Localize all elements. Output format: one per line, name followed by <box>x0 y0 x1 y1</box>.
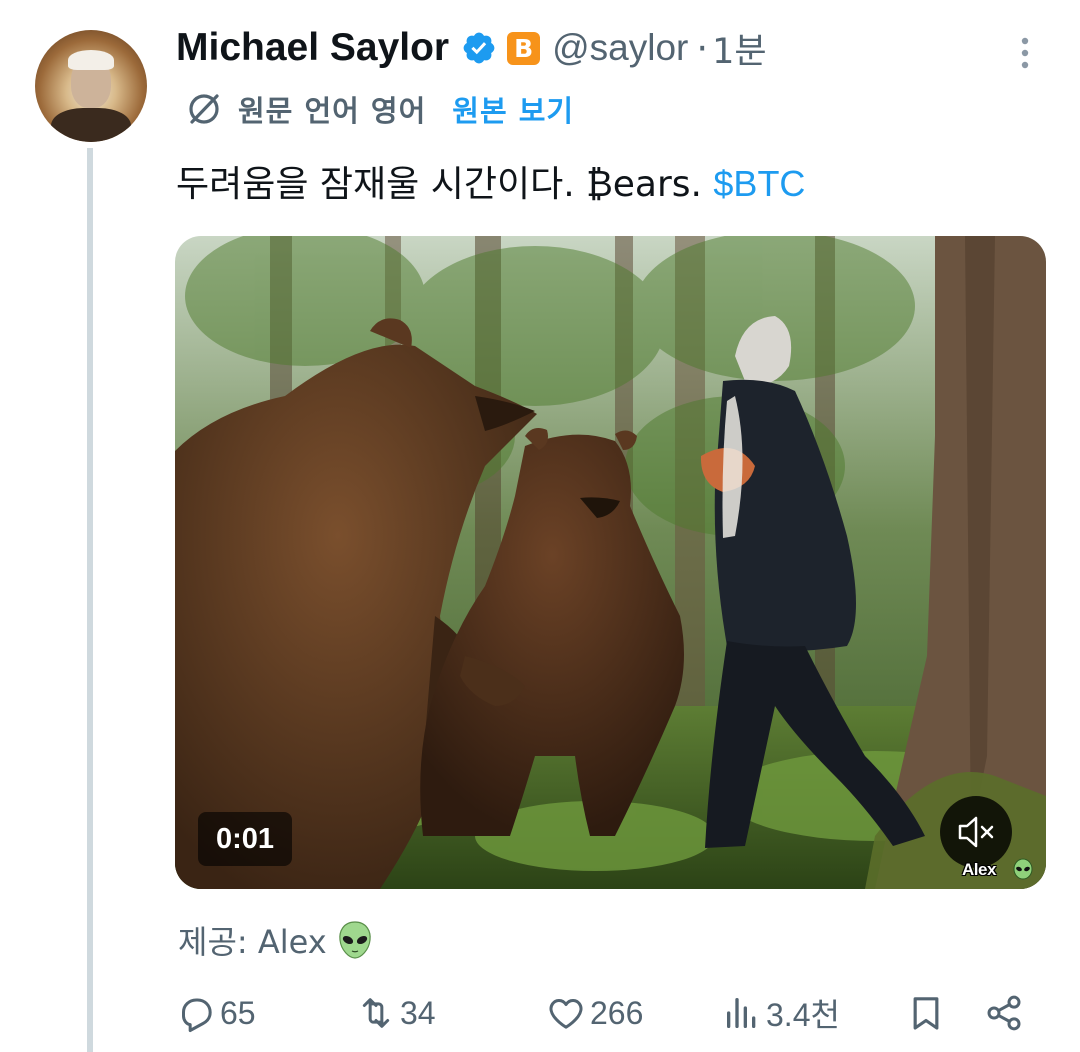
repost-button[interactable]: 34 <box>356 988 436 1038</box>
video-frame <box>175 236 1046 889</box>
view-count: 3.4천 <box>766 997 840 1033</box>
separator-dot: · <box>696 26 709 70</box>
author-handle[interactable]: @saylor <box>552 27 688 69</box>
thread-line <box>87 148 93 1052</box>
views-button[interactable]: 3.4천 <box>722 988 840 1038</box>
bitcoin-badge-icon: B <box>507 31 541 65</box>
repost-count: 34 <box>400 994 436 1031</box>
cashtag-link[interactable]: $BTC <box>713 163 805 204</box>
action-bar: 65 34 266 3.4천 <box>176 988 1036 1038</box>
tweet-time[interactable]: 1분 <box>712 23 766 74</box>
avatar[interactable] <box>35 30 147 142</box>
tweet-text-body: 두려움을 잠재울 시간이다. ₿ears. <box>176 164 714 205</box>
more-vertical-icon[interactable] <box>1010 36 1040 70</box>
media-credit: 제공: Alex <box>178 916 373 964</box>
author-name[interactable]: Michael Saylor <box>176 26 449 70</box>
translation-label: 원문 언어 영어 <box>238 94 427 128</box>
credit-text[interactable]: 제공: Alex <box>178 917 327 963</box>
like-count: 266 <box>590 994 644 1031</box>
alien-icon <box>338 921 371 959</box>
reply-button[interactable]: 65 <box>176 988 256 1038</box>
reply-count: 65 <box>220 994 256 1031</box>
like-icon <box>549 998 583 1029</box>
translation-bar: 원문 언어 영어 원본 보기 <box>184 88 574 130</box>
mute-icon[interactable] <box>940 796 1012 868</box>
show-original-link[interactable]: 원본 보기 <box>452 88 574 130</box>
share-icon <box>987 995 1021 1031</box>
share-button[interactable] <box>984 988 1024 1038</box>
translate-icon <box>189 94 219 124</box>
bookmark-button[interactable] <box>906 988 946 1038</box>
verified-badge-icon[interactable] <box>461 30 497 66</box>
repost-icon <box>362 998 390 1028</box>
video-player[interactable] <box>175 236 1046 889</box>
views-icon <box>727 998 756 1028</box>
video-timer: 0:01 <box>198 812 292 866</box>
like-button[interactable]: 266 <box>546 988 643 1038</box>
tweet-header: Michael Saylor B @saylor · 1분 <box>176 22 767 74</box>
video-watermark: Alex <box>962 860 996 879</box>
bookmark-icon <box>913 997 939 1030</box>
tweet-text: 두려움을 잠재울 시간이다. ₿ears. $BTC <box>176 155 805 205</box>
alien-icon <box>1013 858 1033 880</box>
reply-icon <box>182 998 212 1032</box>
